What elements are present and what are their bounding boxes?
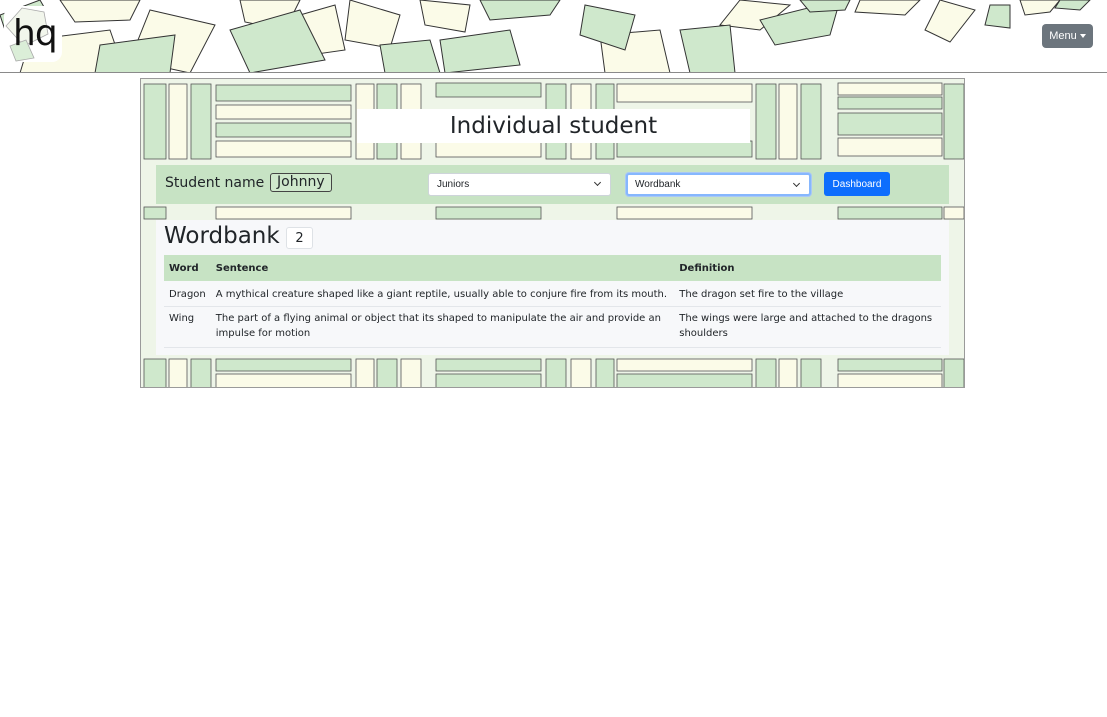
header-paper-illustration — [0, 0, 1091, 72]
dashboard-button[interactable]: Dashboard — [824, 172, 890, 196]
table-row[interactable]: Dragon A mythical creature shaped like a… — [164, 281, 941, 307]
view-select-value: Wordbank — [635, 179, 681, 190]
page-title-box: Individual student — [357, 109, 750, 143]
cell-word: Dragon — [164, 281, 211, 307]
page-title: Individual student — [449, 113, 658, 139]
wordbank-section: Wordbank 2 Word Sentence Definition Drag… — [156, 220, 949, 355]
cell-definition: The wings were large and attached to the… — [674, 306, 941, 348]
student-name-label: Student name : — [165, 175, 274, 191]
site-header: hq Menu — [0, 0, 1107, 73]
column-header-word[interactable]: Word — [164, 255, 211, 281]
cell-word: Wing — [164, 306, 211, 348]
caret-down-icon — [1079, 34, 1086, 38]
group-select-value: Juniors — [437, 179, 470, 190]
logo-text: hq — [13, 13, 58, 54]
controls-bar: Student name : Johnny Juniors Wordbank D… — [156, 165, 949, 204]
wordbank-table: Word Sentence Definition Dragon A mythic… — [164, 255, 941, 348]
site-logo[interactable]: hq — [4, 6, 62, 62]
menu-button[interactable]: Menu — [1042, 24, 1093, 48]
group-select[interactable]: Juniors — [428, 173, 611, 196]
cell-sentence: A mythical creature shaped like a giant … — [210, 281, 675, 307]
cell-definition: The dragon set fire to the village — [674, 281, 941, 307]
wordbank-count-badge: 2 — [286, 227, 313, 249]
wordbank-heading: Wordbank — [164, 223, 280, 249]
table-row[interactable]: Wing The part of a flying animal or obje… — [164, 306, 941, 348]
view-select[interactable]: Wordbank — [626, 173, 811, 196]
column-header-sentence[interactable]: Sentence — [210, 255, 675, 281]
chevron-down-icon — [593, 178, 602, 187]
student-panel: Individual student Student name : Johnny… — [140, 78, 965, 388]
table-header-row: Word Sentence Definition — [164, 255, 941, 281]
column-header-definition[interactable]: Definition — [674, 255, 941, 281]
chevron-down-icon — [792, 179, 801, 188]
menu-button-label: Menu — [1049, 30, 1077, 42]
cell-sentence: The part of a flying animal or object th… — [210, 306, 675, 348]
student-name-badge: Johnny — [270, 173, 332, 192]
